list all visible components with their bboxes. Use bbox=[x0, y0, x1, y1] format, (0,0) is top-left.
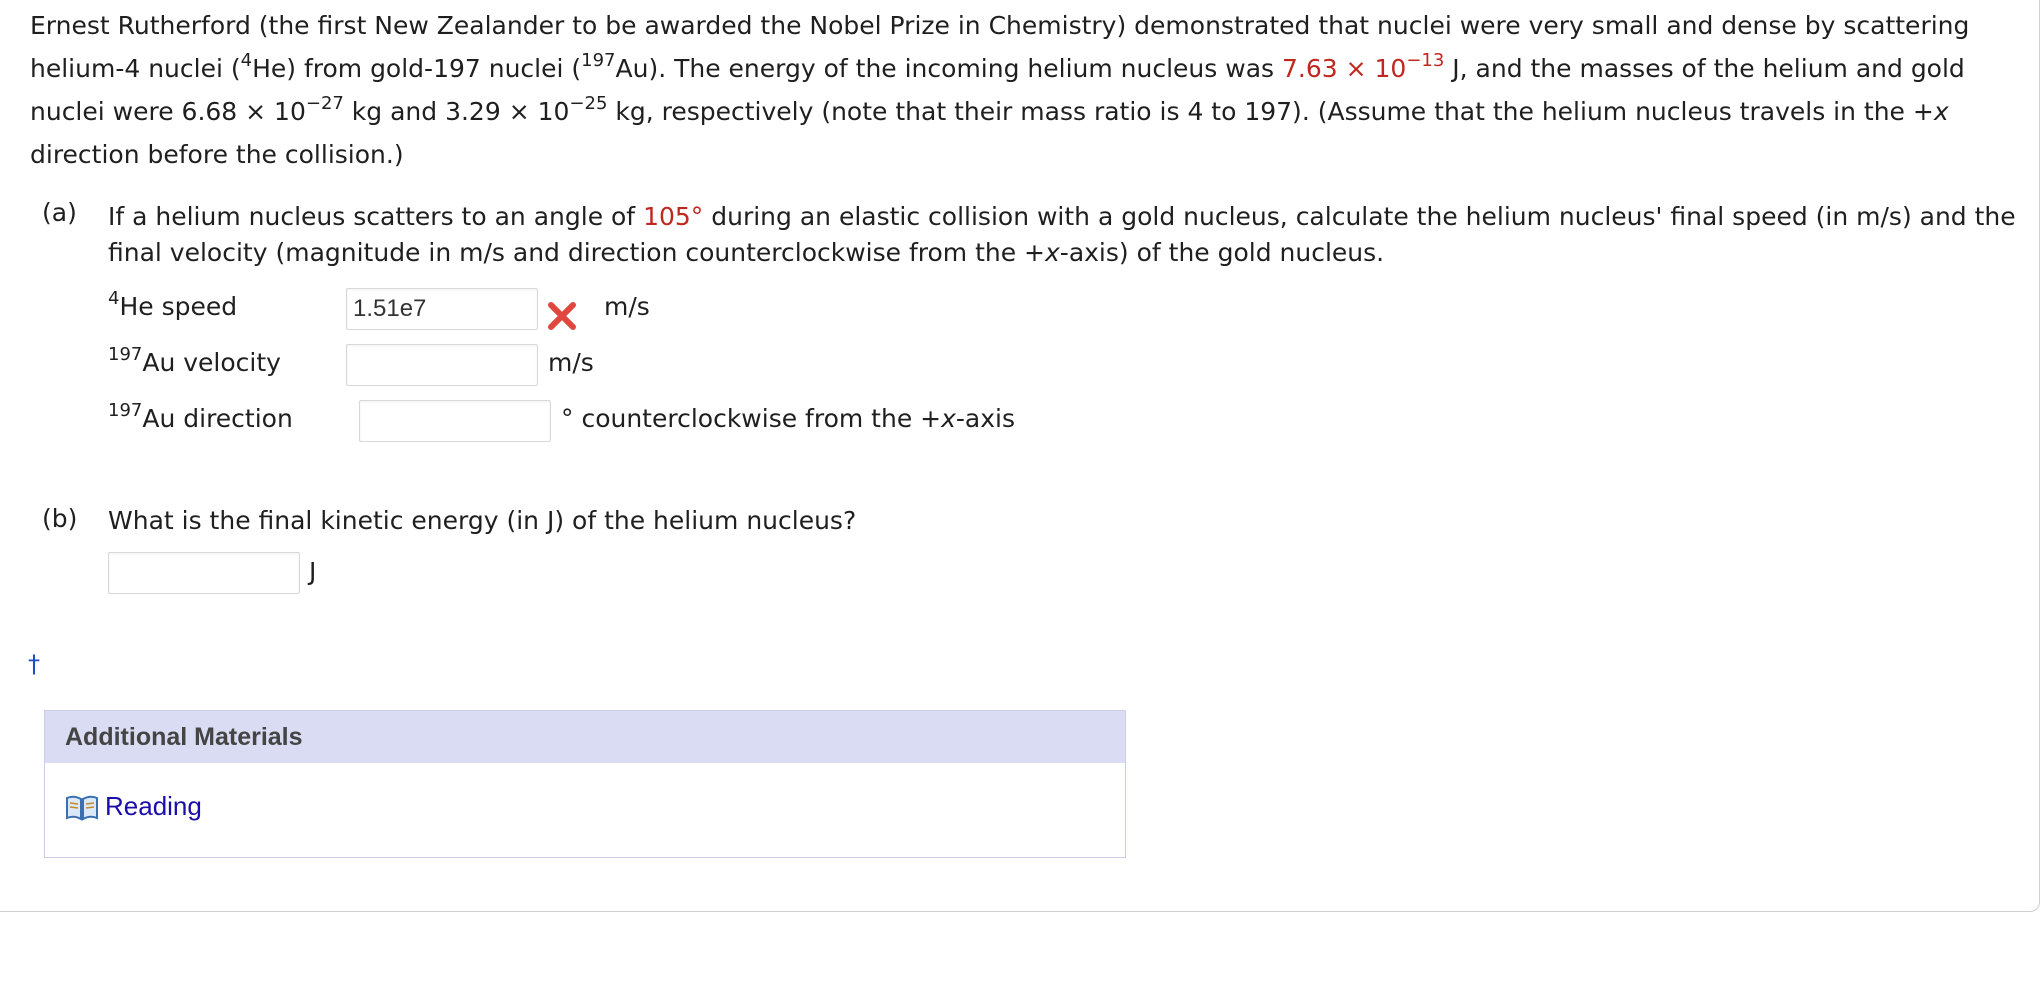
additional-materials-header: Additional Materials bbox=[45, 711, 1125, 763]
book-icon bbox=[66, 795, 98, 821]
reading-link-label[interactable]: Reading bbox=[105, 791, 202, 822]
he-speed-input[interactable]: 1.51e7 bbox=[346, 288, 538, 330]
au-direction-label: 197Au direction bbox=[108, 399, 293, 433]
part-b-label: (b) bbox=[42, 504, 78, 533]
au-velocity-label: 197Au velocity bbox=[108, 343, 281, 377]
kinetic-energy-unit: J bbox=[309, 557, 317, 586]
incorrect-x-icon bbox=[548, 302, 576, 330]
angle-value: 105° bbox=[643, 202, 704, 231]
additional-materials-panel: Additional Materials Reading bbox=[44, 710, 1126, 858]
au-direction-input[interactable] bbox=[359, 400, 551, 442]
au-velocity-input[interactable] bbox=[346, 344, 538, 386]
part-b-question: What is the final kinetic energy (in J) … bbox=[108, 506, 857, 535]
footnote-dagger[interactable]: † bbox=[28, 650, 40, 678]
reading-link[interactable]: Reading bbox=[65, 791, 202, 822]
energy-value: 7.63 × 10−13 bbox=[1281, 49, 1445, 83]
he-speed-label: 4He speed bbox=[108, 287, 238, 321]
kinetic-energy-input[interactable] bbox=[108, 552, 300, 594]
au-velocity-unit: m/s bbox=[548, 348, 594, 377]
he-speed-unit: m/s bbox=[604, 292, 650, 321]
au-direction-unit: ° counterclockwise from the +x-axis bbox=[561, 404, 1015, 433]
part-a-question: If a helium nucleus scatters to an angle… bbox=[108, 202, 2016, 267]
problem-statement: Ernest Rutherford (the first New Zealand… bbox=[30, 11, 1970, 169]
part-a-label: (a) bbox=[42, 198, 77, 227]
